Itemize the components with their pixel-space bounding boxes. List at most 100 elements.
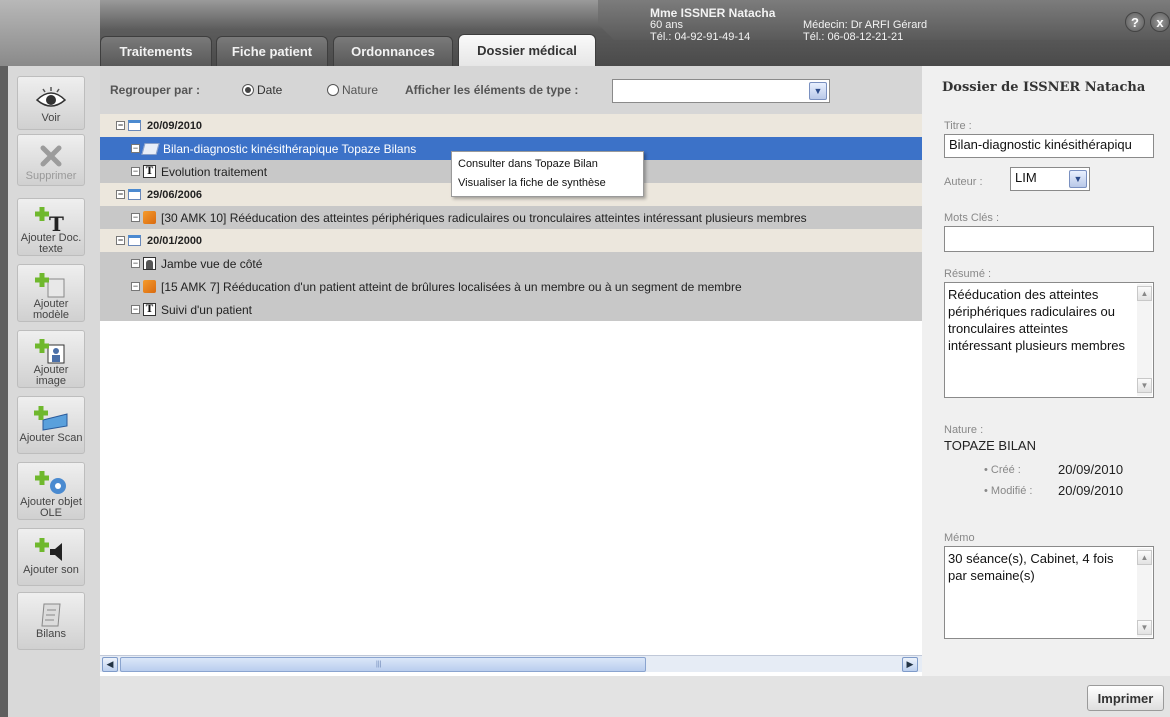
radio-date-button[interactable] [242,84,254,96]
modified-label: • Modifié : [984,485,1033,497]
modified-value: 20/09/2010 [1058,483,1124,498]
add-sound-button[interactable]: Ajouter son [17,528,85,586]
print-button[interactable]: Imprimer [1087,685,1164,711]
horizontal-scrollbar[interactable]: ◀ ||| ▶ [100,655,922,672]
add-template-button[interactable]: Ajouter modèle [17,264,85,322]
resume-scrollbar[interactable]: ▲ ▼ [1137,284,1152,396]
tab-traitements[interactable]: Traitements [100,36,212,66]
memo-scrollbar[interactable]: ▲ ▼ [1137,548,1152,637]
resume-text: Rééducation des atteintes périphériques … [948,287,1126,353]
svg-text:T: T [49,212,64,233]
add-ole-button[interactable]: Ajouter objet OLE [17,462,85,520]
radio-date[interactable]: Date [242,83,282,97]
calendar-icon [128,189,141,200]
radio-date-label: Date [257,83,283,97]
created-label: • Créé : [984,464,1021,476]
doctor-phone: Tél.: 06-08-12-21-21 [803,31,904,43]
patient-phone: Tél.: 04-92-91-49-14 [650,31,751,43]
document-tree: − 20/09/2010 − Bilan-diagnostic kinésith… [100,114,922,321]
add-template-icon [34,271,68,299]
auteur-value: LIM [1015,170,1037,185]
menu-item-visualiser[interactable]: Visualiser la fiche de synthèse [458,177,606,189]
add-image-label: Ajouter image [33,364,69,387]
close-icon[interactable]: x [1150,12,1170,32]
add-scan-button[interactable]: Ajouter Scan [17,396,85,454]
group-date-label: 20/01/2000 [147,234,203,247]
resume-field[interactable]: Rééducation des atteintes périphériques … [944,282,1154,398]
tree-item-label: Evolution traitement [161,164,268,179]
add-text-label: Ajouter Doc. texte [20,232,82,255]
top-bar: Traitements Fiche patient Ordonnances Do… [0,0,1170,66]
treatment-icon [143,211,156,224]
mots-cles-field[interactable] [944,226,1154,252]
image-icon [143,257,156,270]
collapse-icon[interactable]: − [131,144,140,153]
collapse-icon[interactable]: − [116,121,125,130]
add-sound-icon [34,535,68,565]
collapse-icon[interactable]: − [131,213,140,222]
filter-bar: Regrouper par : Date Nature Afficher les… [100,66,922,114]
bilan-icon [141,142,160,155]
tree-item[interactable]: − [30 AMK 10] Rééducation des atteintes … [100,206,922,229]
doctor-name: Médecin: Dr ARFI Gérard [803,19,928,31]
delete-label: Supprimer [25,170,77,182]
scroll-down-icon[interactable]: ▼ [1137,378,1152,393]
collapse-icon[interactable]: − [116,236,125,245]
calendar-icon [128,120,141,131]
tab-ordonnances[interactable]: Ordonnances [333,36,453,66]
memo-label: Mémo [944,532,975,544]
chevron-down-icon[interactable]: ▼ [809,82,827,100]
collapse-icon[interactable]: − [131,282,140,291]
add-text-button[interactable]: T Ajouter Doc. texte [17,198,85,256]
add-image-button[interactable]: Ajouter image [17,330,85,388]
auteur-select[interactable]: LIM ▼ [1010,167,1090,191]
radio-nature[interactable]: Nature [327,83,378,97]
chevron-down-icon[interactable]: ▼ [1069,170,1087,188]
tree-item[interactable]: − T Suivi d'un patient [100,298,922,321]
view-button[interactable]: Voir [17,76,85,130]
radio-nature-label: Nature [342,83,379,97]
scroll-up-icon[interactable]: ▲ [1137,550,1152,565]
scroll-right-icon[interactable]: ▶ [902,657,918,672]
add-template-label: Ajouter modèle [32,298,70,321]
tree-item-label: Suivi d'un patient [161,302,253,317]
tree-item-label: [30 AMK 10] Rééducation des atteintes pé… [161,210,807,225]
scroll-down-icon[interactable]: ▼ [1137,620,1152,635]
nature-label: Nature : [944,424,984,436]
collapse-icon[interactable]: − [131,305,140,314]
collapse-icon[interactable]: − [131,167,140,176]
add-scan-icon [33,403,69,433]
menu-item-consulter[interactable]: Consulter dans Topaze Bilan [458,158,598,170]
calendar-icon [128,235,141,246]
bilans-label: Bilans [36,628,66,640]
tree-item[interactable]: − [15 AMK 7] Rééducation d'un patient at… [100,275,922,298]
patient-name: Mme ISSNER Natacha [650,6,776,20]
nature-value: TOPAZE BILAN [944,438,1036,453]
eye-icon [34,83,68,113]
radio-nature-button[interactable] [327,84,339,96]
tab-dossier-medical[interactable]: Dossier médical [458,34,596,66]
bilans-button[interactable]: Bilans [17,592,85,650]
text-doc-icon: T [143,165,156,178]
tree-item[interactable]: − Jambe vue de côté [100,252,922,275]
type-filter-label: Afficher les éléments de type : [405,83,579,97]
tab-fiche-patient[interactable]: Fiche patient [216,36,328,66]
group-date-label: 29/06/2006 [147,188,203,201]
collapse-icon[interactable]: − [116,190,125,199]
help-icon[interactable]: ? [1125,12,1145,32]
tree-item-label: Jambe vue de côté [161,256,263,271]
treatment-icon [143,280,156,293]
titre-field[interactable]: Bilan-diagnostic kinésithérapiqu [944,134,1154,158]
left-toolbar: Voir Supprimer T Ajouter Doc. texte Ajou… [0,66,100,717]
scroll-thumb[interactable]: ||| [120,657,646,672]
tree-item-label: [15 AMK 7] Rééducation d'un patient atte… [161,279,742,294]
scroll-up-icon[interactable]: ▲ [1137,286,1152,301]
collapse-icon[interactable]: − [131,259,140,268]
type-filter-select[interactable]: ▼ [612,79,830,103]
resume-label: Résumé : [944,268,992,280]
memo-field[interactable]: 30 séance(s), Cabinet, 4 fois par semain… [944,546,1154,639]
tree-group-date[interactable]: − 20/01/2000 [100,229,922,252]
tree-group-date[interactable]: − 20/09/2010 [100,114,922,137]
scroll-left-icon[interactable]: ◀ [102,657,118,672]
delete-button[interactable]: Supprimer [17,134,85,186]
